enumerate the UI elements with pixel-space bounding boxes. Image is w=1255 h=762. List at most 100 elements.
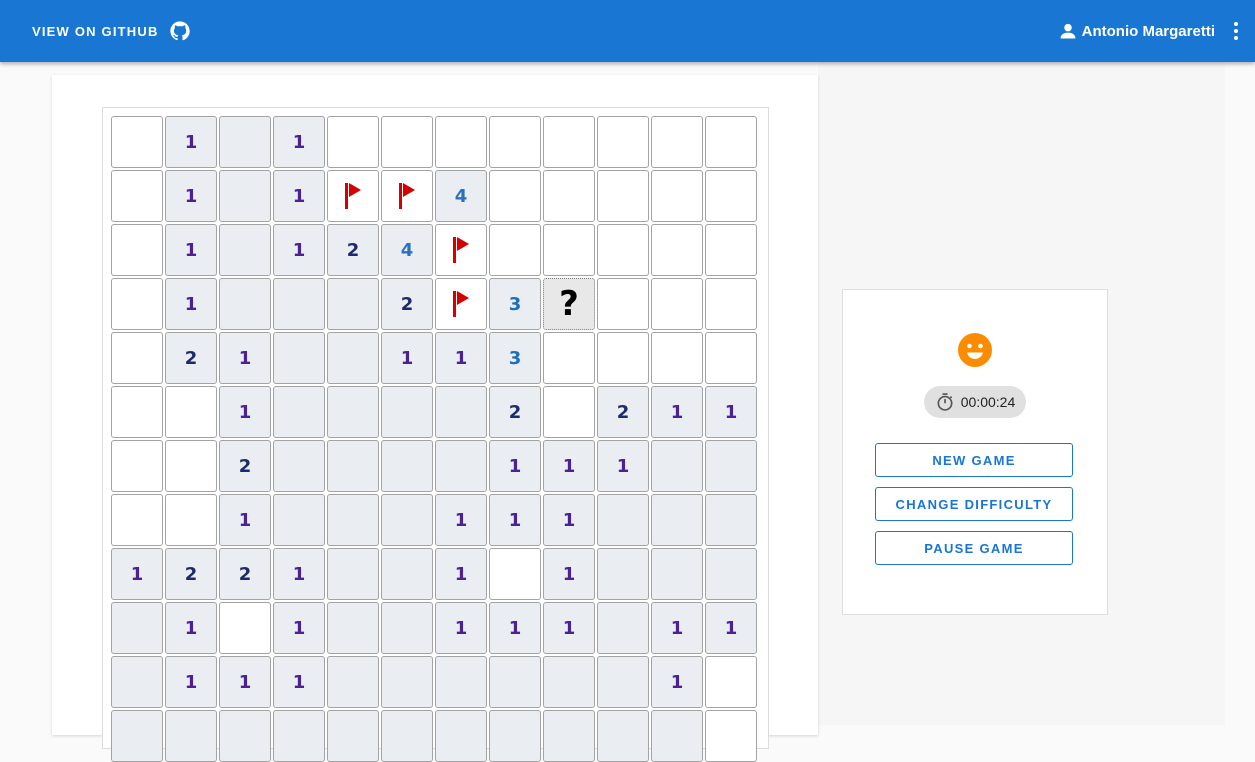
number-cell[interactable]: 1 bbox=[219, 332, 271, 384]
question-mark-cell[interactable]: ? bbox=[543, 278, 595, 330]
number-cell[interactable]: 1 bbox=[273, 548, 325, 600]
number-cell[interactable]: 4 bbox=[381, 224, 433, 276]
hidden-cell[interactable] bbox=[705, 224, 757, 276]
number-cell[interactable]: 2 bbox=[165, 332, 217, 384]
number-cell[interactable]: 1 bbox=[165, 116, 217, 168]
flagged-cell[interactable] bbox=[435, 278, 487, 330]
hidden-cell[interactable] bbox=[543, 386, 595, 438]
number-cell[interactable]: 1 bbox=[165, 224, 217, 276]
revealed-empty-cell[interactable] bbox=[651, 440, 703, 492]
number-cell[interactable]: 1 bbox=[273, 224, 325, 276]
number-cell[interactable]: 1 bbox=[273, 116, 325, 168]
hidden-cell[interactable] bbox=[651, 116, 703, 168]
hidden-cell[interactable] bbox=[597, 224, 649, 276]
hidden-cell[interactable] bbox=[111, 278, 163, 330]
revealed-empty-cell[interactable] bbox=[543, 710, 595, 762]
number-cell[interactable]: 1 bbox=[705, 386, 757, 438]
number-cell[interactable]: 1 bbox=[543, 602, 595, 654]
number-cell[interactable]: 1 bbox=[651, 656, 703, 708]
number-cell[interactable]: 1 bbox=[219, 656, 271, 708]
flagged-cell[interactable] bbox=[435, 224, 487, 276]
hidden-cell[interactable] bbox=[435, 116, 487, 168]
revealed-empty-cell[interactable] bbox=[111, 602, 163, 654]
revealed-empty-cell[interactable] bbox=[111, 656, 163, 708]
number-cell[interactable]: 2 bbox=[597, 386, 649, 438]
revealed-empty-cell[interactable] bbox=[165, 710, 217, 762]
hidden-cell[interactable] bbox=[489, 548, 541, 600]
change-difficulty-button[interactable]: CHANGE DIFFICULTY bbox=[875, 487, 1073, 521]
number-cell[interactable]: 2 bbox=[219, 548, 271, 600]
revealed-empty-cell[interactable] bbox=[327, 710, 379, 762]
hidden-cell[interactable] bbox=[705, 332, 757, 384]
revealed-empty-cell[interactable] bbox=[111, 710, 163, 762]
number-cell[interactable]: 1 bbox=[435, 494, 487, 546]
hidden-cell[interactable] bbox=[111, 386, 163, 438]
hidden-cell[interactable] bbox=[705, 116, 757, 168]
revealed-empty-cell[interactable] bbox=[273, 332, 325, 384]
revealed-empty-cell[interactable] bbox=[651, 710, 703, 762]
number-cell[interactable]: 1 bbox=[489, 494, 541, 546]
number-cell[interactable]: 2 bbox=[219, 440, 271, 492]
hidden-cell[interactable] bbox=[165, 440, 217, 492]
number-cell[interactable]: 1 bbox=[435, 602, 487, 654]
hidden-cell[interactable] bbox=[111, 116, 163, 168]
number-cell[interactable]: 1 bbox=[651, 386, 703, 438]
number-cell[interactable]: 3 bbox=[489, 332, 541, 384]
revealed-empty-cell[interactable] bbox=[435, 440, 487, 492]
hidden-cell[interactable] bbox=[597, 116, 649, 168]
revealed-empty-cell[interactable] bbox=[273, 386, 325, 438]
revealed-empty-cell[interactable] bbox=[705, 494, 757, 546]
revealed-empty-cell[interactable] bbox=[381, 548, 433, 600]
revealed-empty-cell[interactable] bbox=[327, 440, 379, 492]
number-cell[interactable]: 1 bbox=[435, 548, 487, 600]
number-cell[interactable]: 1 bbox=[705, 602, 757, 654]
revealed-empty-cell[interactable] bbox=[435, 710, 487, 762]
hidden-cell[interactable] bbox=[651, 332, 703, 384]
revealed-empty-cell[interactable] bbox=[597, 548, 649, 600]
hidden-cell[interactable] bbox=[111, 224, 163, 276]
revealed-empty-cell[interactable] bbox=[219, 170, 271, 222]
revealed-empty-cell[interactable] bbox=[327, 548, 379, 600]
number-cell[interactable]: 1 bbox=[273, 656, 325, 708]
number-cell[interactable]: 1 bbox=[435, 332, 487, 384]
number-cell[interactable]: 2 bbox=[327, 224, 379, 276]
revealed-empty-cell[interactable] bbox=[327, 332, 379, 384]
hidden-cell[interactable] bbox=[705, 656, 757, 708]
hidden-cell[interactable] bbox=[111, 494, 163, 546]
hidden-cell[interactable] bbox=[219, 602, 271, 654]
revealed-empty-cell[interactable] bbox=[705, 548, 757, 600]
hidden-cell[interactable] bbox=[597, 278, 649, 330]
revealed-empty-cell[interactable] bbox=[219, 116, 271, 168]
hidden-cell[interactable] bbox=[543, 170, 595, 222]
revealed-empty-cell[interactable] bbox=[543, 656, 595, 708]
hidden-cell[interactable] bbox=[489, 224, 541, 276]
revealed-empty-cell[interactable] bbox=[651, 494, 703, 546]
number-cell[interactable]: 1 bbox=[165, 656, 217, 708]
revealed-empty-cell[interactable] bbox=[651, 548, 703, 600]
hidden-cell[interactable] bbox=[327, 116, 379, 168]
hidden-cell[interactable] bbox=[705, 710, 757, 762]
number-cell[interactable]: 1 bbox=[219, 386, 271, 438]
hidden-cell[interactable] bbox=[705, 278, 757, 330]
hidden-cell[interactable] bbox=[543, 116, 595, 168]
number-cell[interactable]: 2 bbox=[489, 386, 541, 438]
number-cell[interactable]: 1 bbox=[273, 602, 325, 654]
flagged-cell[interactable] bbox=[327, 170, 379, 222]
revealed-empty-cell[interactable] bbox=[273, 494, 325, 546]
more-vertical-icon[interactable] bbox=[1227, 19, 1245, 43]
user-account[interactable]: Antonio Margaretti bbox=[1058, 18, 1215, 44]
revealed-empty-cell[interactable] bbox=[597, 656, 649, 708]
hidden-cell[interactable] bbox=[651, 278, 703, 330]
hidden-cell[interactable] bbox=[543, 224, 595, 276]
hidden-cell[interactable] bbox=[597, 332, 649, 384]
number-cell[interactable]: 3 bbox=[489, 278, 541, 330]
number-cell[interactable]: 1 bbox=[165, 278, 217, 330]
revealed-empty-cell[interactable] bbox=[435, 386, 487, 438]
hidden-cell[interactable] bbox=[651, 224, 703, 276]
pause-game-button[interactable]: PAUSE GAME bbox=[875, 531, 1073, 565]
number-cell[interactable]: 4 bbox=[435, 170, 487, 222]
hidden-cell[interactable] bbox=[165, 494, 217, 546]
revealed-empty-cell[interactable] bbox=[327, 494, 379, 546]
revealed-empty-cell[interactable] bbox=[597, 494, 649, 546]
number-cell[interactable]: 1 bbox=[543, 440, 595, 492]
